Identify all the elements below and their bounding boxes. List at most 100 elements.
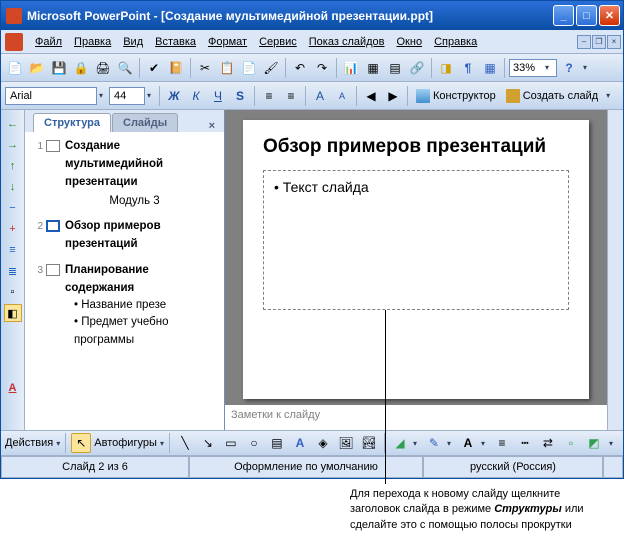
slide-title[interactable]: Обзор примеров презентаций [263,136,569,158]
chart-icon[interactable]: 📊 [341,58,361,78]
menu-edit[interactable]: Правка [68,33,117,51]
slide-canvas[interactable]: Обзор примеров презентаций Текст слайда [225,110,607,404]
font-color-icon[interactable]: A [458,433,478,453]
designer-button[interactable]: Конструктор [412,86,500,106]
tab-slides[interactable]: Слайды [112,113,178,132]
toolbar-overflow[interactable]: ▾ [581,58,589,78]
dash-style-icon[interactable]: ┅ [515,433,535,453]
menu-help[interactable]: Справка [428,33,483,51]
increase-indent-icon[interactable]: ▶ [383,86,403,106]
bold-icon[interactable]: Ж [164,86,184,106]
move-down-icon[interactable]: ↓ [4,178,22,196]
mdi-minimize[interactable]: – [577,35,591,49]
slide[interactable]: Обзор примеров презентаций Текст слайда [243,120,589,399]
demote-icon[interactable]: → [4,136,22,154]
menu-tools[interactable]: Сервис [253,33,303,51]
decrease-font-icon[interactable]: A [332,86,352,106]
hyperlink-icon[interactable]: 🔗 [407,58,427,78]
decrease-indent-icon[interactable]: ◀ [361,86,381,106]
research-icon[interactable]: 📔 [166,58,186,78]
line-style-icon[interactable]: ≡ [492,433,512,453]
tables-borders-icon[interactable]: ▤ [385,58,405,78]
minimize-button[interactable]: _ [553,5,574,26]
wordart-icon[interactable]: A [290,433,310,453]
vertical-scrollbar[interactable] [607,110,623,430]
autoshapes-menu[interactable]: Автофигуры ▾ [94,437,164,449]
expand-icon[interactable]: ◨ [436,58,456,78]
undo-icon[interactable]: ↶ [290,58,310,78]
summary-icon[interactable]: ▫ [4,283,22,301]
arrow-style-icon[interactable]: ⇄ [538,433,558,453]
paste-icon[interactable]: 📄 [239,58,259,78]
outline-item-2[interactable]: 2 Обзор примеров [29,218,220,235]
promote-icon[interactable]: ← [4,115,22,133]
picture-icon[interactable]: 🏞 [359,433,379,453]
line-color-icon[interactable]: ✎ [424,433,444,453]
line-icon[interactable]: ╲ [175,433,195,453]
textbox-icon[interactable]: ▤ [267,433,287,453]
open-icon[interactable]: 📂 [27,58,47,78]
menu-format[interactable]: Формат [202,33,253,51]
format-painter-icon[interactable]: 🖌 [261,58,281,78]
cut-icon[interactable]: ✂ [195,58,215,78]
print-icon[interactable]: 🖨 [93,58,113,78]
copy-icon[interactable]: 📋 [217,58,237,78]
permission-icon[interactable]: 🔒 [71,58,91,78]
zoom-combo[interactable]: 33%▾ [509,59,557,77]
menu-view[interactable]: Вид [117,33,149,51]
font-combo[interactable]: Arial [5,87,97,105]
outline-item-3[interactable]: 3 Планирование [29,262,220,279]
rectangle-icon[interactable]: ▭ [221,433,241,453]
notes-pane[interactable]: Заметки к слайду [225,404,607,430]
shadow-style-icon[interactable]: ▫ [561,433,581,453]
show-format-icon[interactable]: ¶ [458,58,478,78]
underline-icon[interactable]: Ч [208,86,228,106]
maximize-button[interactable]: □ [576,5,597,26]
fill-color-icon[interactable]: ◢ [390,433,410,453]
italic-icon[interactable]: К [186,86,206,106]
font-color-icon[interactable]: A [4,379,22,397]
numbered-list-icon[interactable]: ≡ [259,86,279,106]
diagram-icon[interactable]: ◈ [313,433,333,453]
format-overflow[interactable]: ▾ [604,86,612,106]
mdi-close[interactable]: × [607,35,621,49]
redo-icon[interactable]: ↷ [312,58,332,78]
font-size-combo[interactable]: 44 [109,87,145,105]
oval-icon[interactable]: ○ [244,433,264,453]
drawing-overflow[interactable]: ▾ [607,433,615,453]
close-button[interactable]: ✕ [599,5,620,26]
menu-file[interactable]: Файл [29,33,68,51]
clipart-icon[interactable]: 🖼 [336,433,356,453]
menu-slideshow[interactable]: Показ слайдов [303,33,391,51]
table-icon[interactable]: ▦ [363,58,383,78]
expand-icon[interactable]: + [4,220,22,238]
preview-icon[interactable]: 🔍 [115,58,135,78]
shadow-icon[interactable]: S [230,86,250,106]
menu-insert[interactable]: Вставка [149,33,202,51]
save-icon[interactable]: 💾 [49,58,69,78]
file-icon[interactable] [5,33,23,51]
tab-outline[interactable]: Структура [33,113,111,132]
grid-icon[interactable]: ▦ [480,58,500,78]
expand-all-icon[interactable]: ≣ [4,262,22,280]
new-icon[interactable]: 📄 [5,58,25,78]
increase-font-icon[interactable]: A [310,86,330,106]
show-formatting-icon[interactable]: ◧ [4,304,22,322]
bullet-list-icon[interactable]: ≡ [281,86,301,106]
new-slide-button[interactable]: Создать слайд [502,86,602,106]
select-icon[interactable]: ↖ [71,433,91,453]
collapse-all-icon[interactable]: ≡ [4,241,22,259]
tab-close-icon[interactable]: × [205,120,219,132]
outline-item-1[interactable]: 1 Создание [29,138,220,155]
collapse-icon[interactable]: − [4,199,22,217]
help-icon[interactable]: ? [559,58,579,78]
menu-window[interactable]: Окно [391,33,429,51]
slide-body-placeholder[interactable]: Текст слайда [263,170,569,310]
move-up-icon[interactable]: ↑ [4,157,22,175]
outline-body[interactable]: 1 Создание мультимедийной презентации Мо… [25,132,224,430]
arrow-icon[interactable]: ↘ [198,433,218,453]
spell-icon[interactable]: ✔ [144,58,164,78]
3d-style-icon[interactable]: ◩ [584,433,604,453]
mdi-restore[interactable]: ❐ [592,35,606,49]
actions-menu[interactable]: Действия ▾ [5,437,60,449]
